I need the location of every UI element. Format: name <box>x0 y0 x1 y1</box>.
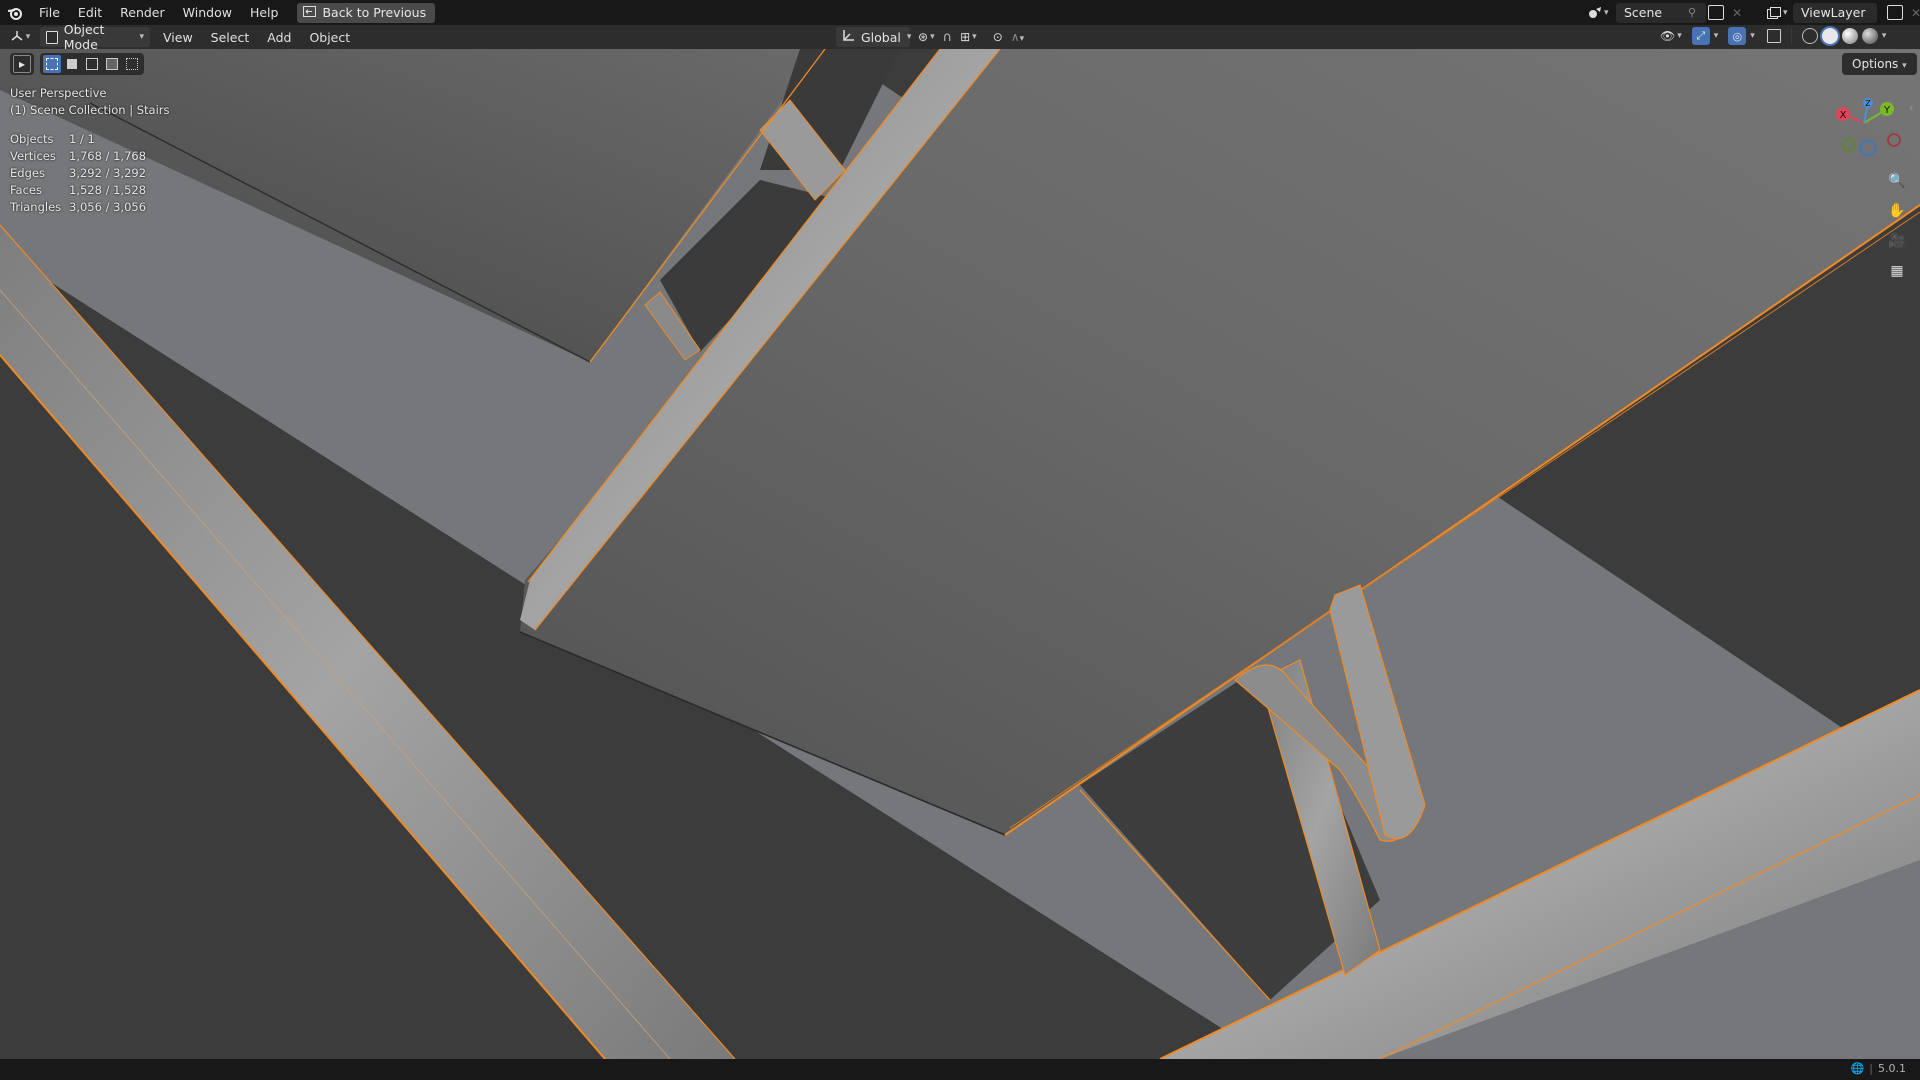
stat-value: 3,056 / 3,056 <box>69 200 147 214</box>
object-mode-icon <box>46 30 58 44</box>
stat-label: Faces <box>10 183 42 197</box>
viewport-header: ▾ Object Mode ▾ View Select Add Object G… <box>0 22 1920 52</box>
falloff-icon[interactable]: ∧▾ <box>1011 30 1024 44</box>
gizmo-neg-x[interactable] <box>1887 133 1901 147</box>
version-info: 🌐 | 5.0.1 <box>1850 1062 1906 1075</box>
collection-label: (1) Scene Collection | Stairs <box>10 103 170 117</box>
select-extend-icon[interactable] <box>63 55 81 73</box>
scene-name: Scene <box>1624 4 1663 20</box>
wireframe-shading-icon[interactable] <box>1801 28 1818 44</box>
new-view-layer-icon[interactable] <box>1887 5 1903 20</box>
xray-toggle-icon[interactable] <box>1766 29 1781 43</box>
gizmo-neg-y[interactable] <box>1842 138 1856 152</box>
view-layer-name: ViewLayer <box>1801 4 1866 20</box>
options-dropdown[interactable]: Options ▾ <box>1842 53 1917 75</box>
viewport-info: User Perspective (1) Scene Collection | … <box>10 85 170 119</box>
proportional-editing-icon[interactable]: ⊙ <box>993 30 1003 44</box>
pan-hand-icon[interactable]: ✋ <box>1884 198 1910 224</box>
top-bar: File Edit Render Window Help Back to Pre… <box>0 0 1920 25</box>
stat-value: 1 / 1 <box>69 132 95 146</box>
header-menu-object[interactable]: Object <box>300 30 359 45</box>
back-to-previous-button[interactable]: Back to Previous <box>297 2 436 23</box>
header-menu-add[interactable]: Add <box>258 30 300 45</box>
sidebar-toggle-icon[interactable]: ‹ <box>1909 101 1913 114</box>
stat-row: Edges 3,292 / 3,292 <box>10 165 146 182</box>
pivot-point-icon[interactable]: ⊛ ▾ <box>918 30 935 44</box>
stat-value: 1,528 / 1,528 <box>69 183 147 197</box>
scene-statistics: Objects 1 / 1 Vertices 1,768 / 1,768 Edges… <box>10 131 146 216</box>
rendered-shading-icon[interactable] <box>1861 28 1878 44</box>
back-screen-icon <box>303 3 317 23</box>
stat-label: Vertices <box>10 149 56 163</box>
orthographic-grid-icon[interactable]: ▦ <box>1884 258 1910 284</box>
snap-increment-icon[interactable]: ⊞ ▾ <box>960 30 977 44</box>
stat-label: Objects <box>10 132 54 146</box>
view-layer-icon: ▾ <box>1767 6 1793 19</box>
menu-help[interactable]: Help <box>241 0 288 25</box>
stat-label: Triangles <box>10 200 62 214</box>
select-invert-icon[interactable] <box>103 55 121 73</box>
stat-row: Faces 1,528 / 1,528 <box>10 182 146 199</box>
stat-row: Objects 1 / 1 <box>10 131 146 148</box>
select-cursor-icon[interactable]: ▸ <box>13 55 31 73</box>
orientation-label: Global <box>861 29 901 45</box>
back-to-previous-label: Back to Previous <box>322 4 427 20</box>
overlays-toggle-icon[interactable]: ◎ <box>1728 27 1747 45</box>
close-view-layer-icon[interactable]: ✕ <box>1911 6 1920 20</box>
gizmo-y-label: Y <box>1883 105 1891 116</box>
options-label: Options <box>1852 57 1899 71</box>
chevron-down-icon: ▾ <box>1902 61 1907 71</box>
gizmo-neg-z[interactable] <box>1860 140 1876 156</box>
blender-logo-icon[interactable] <box>0 0 30 25</box>
gizmo-dropdown-icon[interactable]: ▾ <box>1714 31 1719 41</box>
camera-view-icon[interactable]: 🎥 <box>1884 228 1910 254</box>
editor-type-button[interactable]: ▾ <box>0 30 40 45</box>
gizmo-z-label: Z <box>1865 99 1871 108</box>
scene-selector[interactable]: ▾ Scene ⚲ ✕ <box>1588 2 1742 23</box>
globe-icon: 🌐 <box>1850 1062 1865 1075</box>
stat-value: 3,292 / 3,292 <box>69 166 147 180</box>
transform-orientation-dropdown[interactable]: Global ▾ <box>836 27 911 47</box>
select-intersect-icon[interactable] <box>123 55 141 73</box>
menu-window[interactable]: Window <box>174 0 241 25</box>
tool-select-box[interactable]: ▸ <box>10 53 34 75</box>
navigation-gizmo[interactable]: X Y Z <box>1824 94 1904 166</box>
close-scene-icon[interactable]: ✕ <box>1732 6 1742 20</box>
pin-icon[interactable]: ⚲ <box>1688 6 1696 19</box>
header-menu-view[interactable]: View <box>154 30 202 45</box>
mode-label: Object Mode <box>63 22 105 52</box>
version-label: 5.0.1 <box>1878 1062 1906 1075</box>
scene-render <box>0 49 1920 1059</box>
gizmo-toggle-icon[interactable]: ⤢ <box>1691 27 1710 45</box>
scene-icon: ▾ <box>1588 6 1616 19</box>
perspective-label: User Perspective <box>10 86 107 100</box>
overlays-dropdown-icon[interactable]: ▾ <box>1750 31 1755 41</box>
visibility-icon[interactable]: 👁 ▾ <box>1660 29 1682 43</box>
orientation-icon <box>842 29 855 45</box>
chevron-down-icon: ▾ <box>139 32 144 42</box>
stat-row: Vertices 1,768 / 1,768 <box>10 148 146 165</box>
material-shading-icon[interactable] <box>1841 28 1858 44</box>
new-scene-icon[interactable] <box>1708 5 1725 20</box>
status-bar: 🌐 | 5.0.1 <box>0 1059 1920 1080</box>
shading-dropdown-icon[interactable]: ▾ <box>1882 31 1887 41</box>
stat-label: Edges <box>10 166 45 180</box>
view-layer-name-field[interactable]: ViewLayer <box>1793 2 1877 23</box>
view-layer-selector[interactable]: ▾ ViewLayer ✕ <box>1767 2 1920 23</box>
mode-dropdown[interactable]: Object Mode ▾ <box>40 22 150 52</box>
select-subtract-icon[interactable] <box>83 55 101 73</box>
selection-mode-group <box>40 53 144 75</box>
3d-viewport-icon <box>10 30 24 45</box>
solid-shading-icon[interactable] <box>1821 28 1838 44</box>
select-new-icon[interactable] <box>43 55 61 73</box>
header-menu-select[interactable]: Select <box>202 30 259 45</box>
snap-icon[interactable]: ∩ <box>943 30 953 45</box>
zoom-icon[interactable]: 🔍 <box>1884 168 1910 194</box>
stat-row: Triangles 3,056 / 3,056 <box>10 199 146 216</box>
gizmo-x-label: X <box>1840 110 1847 121</box>
stat-value: 1,768 / 1,768 <box>69 149 147 163</box>
3d-viewport[interactable] <box>0 49 1920 1059</box>
